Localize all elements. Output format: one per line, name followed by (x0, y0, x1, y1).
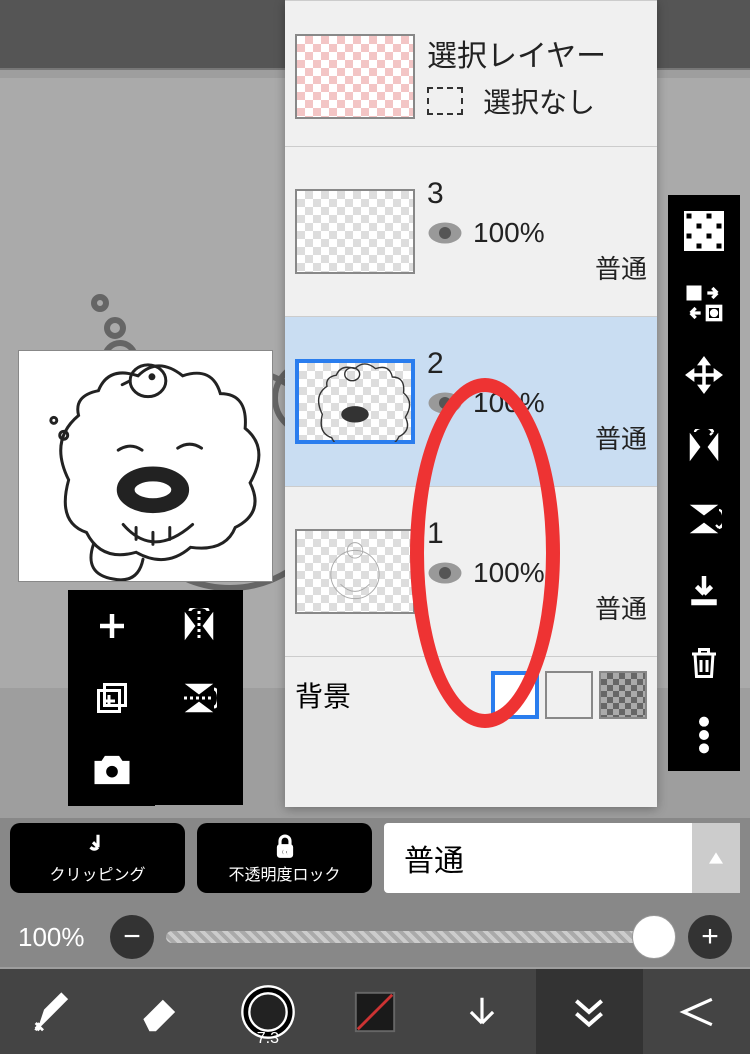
layer-thumbnail[interactable] (295, 529, 415, 614)
layer-row-3[interactable]: 3 100% 普通 (285, 146, 657, 316)
blend-mode-value: 普通 (404, 836, 464, 880)
alpha-lock-label: 不透明度ロック (228, 861, 340, 885)
flip-vertical-button[interactable] (155, 662, 242, 734)
background-label: 背景 (295, 675, 351, 715)
layer-thumbnail[interactable] (295, 359, 415, 444)
svg-text:α: α (281, 846, 288, 858)
bottom-toolbar: 7.3 (0, 969, 750, 1054)
clipping-button[interactable]: クリッピング (10, 823, 185, 893)
eraser-tool-button[interactable] (107, 969, 214, 1054)
layer-name-label: 2 (427, 347, 647, 381)
opacity-slider[interactable] (166, 931, 676, 943)
marquee-icon (427, 87, 463, 115)
more-button[interactable] (668, 699, 740, 771)
blend-mode-select[interactable]: 普通 (384, 823, 740, 893)
merge-down-button[interactable] (668, 555, 740, 627)
alpha-lock-button[interactable]: α 不透明度ロック (197, 823, 372, 893)
layer-opacity-label: 100% (473, 557, 545, 589)
trash-button[interactable] (668, 627, 740, 699)
right-toolbar (668, 195, 740, 771)
duplicate-layer-button[interactable] (68, 662, 155, 734)
visibility-icon[interactable] (427, 561, 463, 585)
selection-layer-row[interactable]: 選択レイヤー 選択なし (285, 0, 657, 146)
layer-name-label: 3 (427, 177, 647, 211)
selection-state-label: 選択なし (483, 81, 595, 121)
bottom-controls: クリッピング α 不透明度ロック 普通 100% − + (0, 818, 750, 967)
dropdown-arrow-icon (692, 823, 740, 893)
selection-layer-title: 選択レイヤー (427, 31, 647, 75)
layer-name-label: 1 (427, 517, 647, 551)
pen-tool-button[interactable] (0, 969, 107, 1054)
visibility-icon[interactable] (427, 391, 463, 415)
visibility-icon[interactable] (427, 221, 463, 245)
opacity-value-label: 100% (18, 922, 98, 953)
camera-button[interactable] (68, 734, 155, 806)
layer-opacity-label: 100% (473, 387, 545, 419)
flip-horizontal-button[interactable] (668, 411, 740, 483)
add-layer-button[interactable] (68, 590, 155, 662)
down-arrow-button[interactable] (429, 969, 536, 1054)
layers-panel: 選択レイヤー 選択なし 3 100% 普通 2 100% 普通 (285, 0, 657, 807)
color-swatch-button[interactable] (321, 969, 428, 1054)
opacity-decrease-button[interactable]: − (110, 915, 154, 959)
layer-thumbnail[interactable] (295, 189, 415, 274)
flip-vertical-button[interactable] (668, 483, 740, 555)
brush-tool-button[interactable]: 7.3 (214, 969, 321, 1054)
layer-row-1[interactable]: 1 100% 普通 (285, 486, 657, 656)
canvas-preview[interactable] (18, 350, 273, 582)
clipping-label: クリッピング (49, 861, 145, 885)
opacity-slider-handle[interactable] (632, 915, 676, 959)
layer-opacity-label: 100% (473, 217, 545, 249)
left-tool-palette (68, 590, 243, 805)
convert-button[interactable] (668, 267, 740, 339)
brush-size-label: 7.3 (257, 1030, 279, 1048)
opacity-slider-row: 100% − + (10, 915, 740, 967)
layer-blend-label: 普通 (427, 249, 647, 286)
move-button[interactable] (668, 339, 740, 411)
flip-horizontal-button[interactable] (155, 590, 242, 662)
bg-swatch-transparent-dark[interactable] (599, 671, 647, 719)
layer-row-2[interactable]: 2 100% 普通 (285, 316, 657, 486)
layer-blend-label: 普通 (427, 589, 647, 626)
bg-swatch-transparent-light[interactable] (545, 671, 593, 719)
back-button[interactable] (643, 969, 750, 1054)
bg-swatch-white[interactable] (491, 671, 539, 719)
layer-blend-label: 普通 (427, 419, 647, 456)
background-row: 背景 (285, 656, 657, 733)
double-down-button[interactable] (536, 969, 643, 1054)
selection-layer-thumbnail (295, 34, 415, 119)
checker-pattern-button[interactable] (668, 195, 740, 267)
opacity-increase-button[interactable]: + (688, 915, 732, 959)
